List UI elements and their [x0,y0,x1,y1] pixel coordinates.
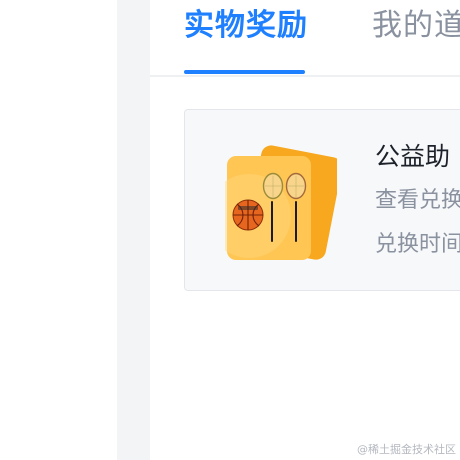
left-gutter [117,0,150,460]
exchange-time-text: 兑换时间 [375,232,460,257]
view-exchange-text[interactable]: 查看兑换 [375,186,460,216]
tab-my-items[interactable]: 我的道 [372,6,460,46]
active-tab-indicator [184,70,305,74]
reward-card[interactable]: 公益助 查看兑换 兑换时间 [184,109,460,291]
watermark: @稀土掘金技术社区 [357,443,456,456]
tab-physical-rewards[interactable]: 实物奖励 [184,6,308,46]
rewards-page: 实物奖励 我的道 公益助 查看兑换 兑换时间 @稀土掘金技术社区 [0,0,460,460]
reward-tabs: 实物奖励 我的道 [150,0,460,77]
basketball-badminton-prize-icon [207,136,343,264]
card-title: 公益助 [375,142,451,171]
